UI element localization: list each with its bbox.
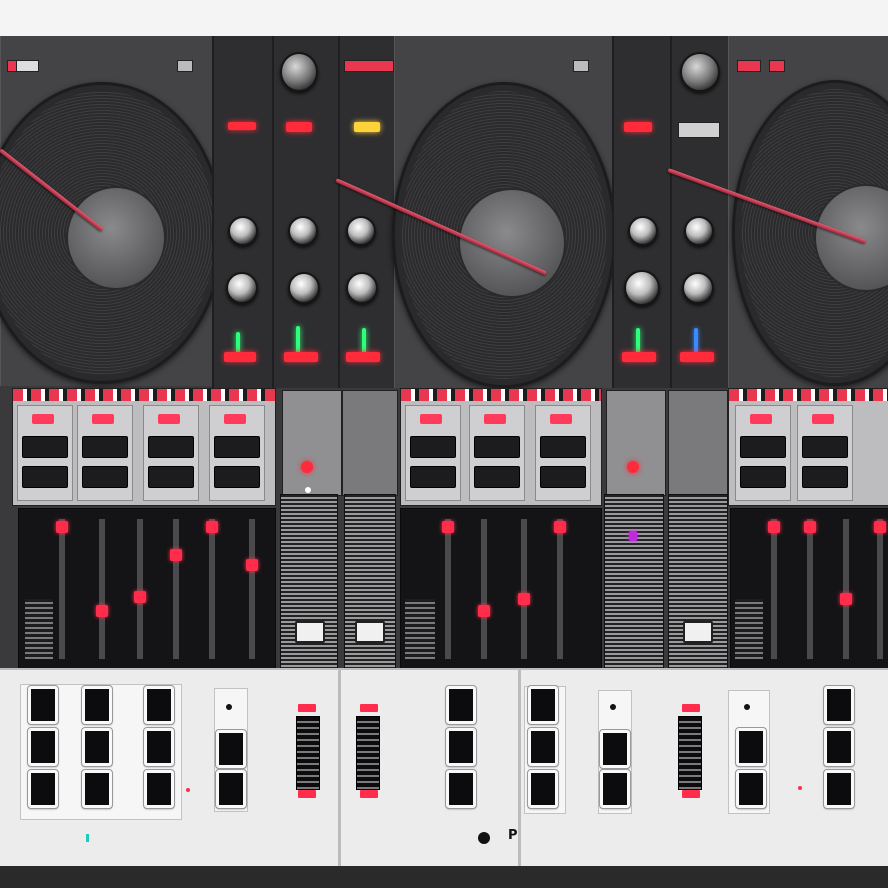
eq-knob[interactable] bbox=[228, 216, 258, 246]
fader-cap[interactable] bbox=[56, 521, 68, 533]
sync-button[interactable] bbox=[735, 727, 767, 767]
cue-button[interactable] bbox=[81, 727, 113, 767]
fader-cap[interactable] bbox=[96, 605, 108, 617]
cue-button[interactable] bbox=[445, 727, 477, 767]
gain-knob[interactable] bbox=[680, 52, 720, 92]
channel-strip-3 bbox=[338, 36, 398, 388]
filter-knob[interactable] bbox=[346, 272, 378, 304]
fader-cap[interactable] bbox=[442, 521, 454, 533]
fader-cap[interactable] bbox=[518, 593, 530, 605]
fader-cap[interactable] bbox=[804, 521, 816, 533]
mixer-center-mid bbox=[342, 390, 398, 496]
pitch-slider-right[interactable] bbox=[668, 494, 728, 670]
fader-bank-right bbox=[730, 508, 888, 670]
filter-knob[interactable] bbox=[288, 272, 320, 304]
pad-cell[interactable] bbox=[405, 405, 461, 501]
dj-controller: P bbox=[0, 0, 888, 888]
cue-button[interactable] bbox=[527, 685, 559, 725]
cue-button[interactable] bbox=[143, 727, 175, 767]
play-button[interactable] bbox=[599, 769, 631, 809]
pitch-slider-left[interactable] bbox=[280, 494, 338, 670]
mixer-center-right bbox=[606, 390, 666, 501]
sync-button[interactable] bbox=[215, 729, 247, 769]
cue-button[interactable] bbox=[527, 769, 559, 809]
channel-strip-5 bbox=[670, 36, 732, 388]
pad-cell[interactable] bbox=[17, 405, 73, 501]
pitch-slider-cap[interactable] bbox=[295, 621, 325, 643]
cue-button[interactable] bbox=[445, 685, 477, 725]
fader-cap[interactable] bbox=[554, 521, 566, 533]
cue-button[interactable] bbox=[143, 769, 175, 809]
pad-panel-right bbox=[728, 388, 888, 506]
pad-panel-left bbox=[12, 388, 276, 506]
fader-cap[interactable] bbox=[478, 605, 490, 617]
fader-cap[interactable] bbox=[840, 593, 852, 605]
pad-cell[interactable] bbox=[209, 405, 265, 501]
eq-knob[interactable] bbox=[628, 216, 658, 246]
fader-cap[interactable] bbox=[768, 521, 780, 533]
cue-button[interactable] bbox=[823, 685, 855, 725]
cue-button[interactable] bbox=[527, 727, 559, 767]
fader-bank-center bbox=[400, 508, 602, 670]
cue-button[interactable] bbox=[27, 769, 59, 809]
level-meter bbox=[296, 716, 320, 790]
sync-button[interactable] bbox=[599, 729, 631, 769]
pad-panel-center bbox=[400, 388, 602, 506]
brand-logo: P bbox=[508, 828, 518, 843]
cue-button[interactable] bbox=[823, 769, 855, 809]
fader-cap[interactable] bbox=[206, 521, 218, 533]
pad-cell[interactable] bbox=[797, 405, 853, 501]
mixer-center-left bbox=[282, 390, 342, 496]
cue-button[interactable] bbox=[81, 685, 113, 725]
pad-cell[interactable] bbox=[735, 405, 791, 501]
cue-button[interactable] bbox=[27, 685, 59, 725]
eq-knob[interactable] bbox=[288, 216, 318, 246]
power-indicator bbox=[478, 832, 490, 844]
pad-cell[interactable] bbox=[77, 405, 133, 501]
gain-knob[interactable] bbox=[280, 52, 318, 92]
fader-cap[interactable] bbox=[874, 521, 886, 533]
cue-button[interactable] bbox=[27, 727, 59, 767]
fader-cap[interactable] bbox=[134, 591, 146, 603]
play-button[interactable] bbox=[215, 769, 247, 809]
level-meter bbox=[678, 716, 702, 790]
status-led bbox=[86, 834, 89, 842]
pad-cell[interactable] bbox=[143, 405, 199, 501]
pad-cell[interactable] bbox=[535, 405, 591, 501]
eq-knob[interactable] bbox=[684, 216, 714, 246]
pitch-slider-cap[interactable] bbox=[355, 621, 385, 643]
level-meter bbox=[356, 716, 380, 790]
fader-cap[interactable] bbox=[170, 549, 182, 561]
cue-button[interactable] bbox=[81, 769, 113, 809]
controller-base bbox=[0, 866, 888, 888]
filter-knob[interactable] bbox=[682, 272, 714, 304]
filter-knob[interactable] bbox=[226, 272, 258, 304]
fader-bank-left bbox=[18, 508, 276, 670]
pad-cell[interactable] bbox=[469, 405, 525, 501]
channel-strip-4 bbox=[612, 36, 674, 388]
filter-knob[interactable] bbox=[624, 270, 660, 306]
fader-cap[interactable] bbox=[246, 559, 258, 571]
pitch-slider-center-left[interactable] bbox=[344, 494, 396, 670]
pitch-slider-cap[interactable] bbox=[683, 621, 713, 643]
channel-strip-2 bbox=[272, 36, 340, 388]
cue-button[interactable] bbox=[823, 727, 855, 767]
pitch-slider-center-right[interactable] bbox=[604, 494, 664, 670]
play-button[interactable] bbox=[735, 769, 767, 809]
cue-button[interactable] bbox=[445, 769, 477, 809]
eq-knob[interactable] bbox=[346, 216, 376, 246]
channel-strip-1 bbox=[212, 36, 274, 388]
platter-label-left bbox=[66, 186, 166, 290]
cue-button[interactable] bbox=[143, 685, 175, 725]
